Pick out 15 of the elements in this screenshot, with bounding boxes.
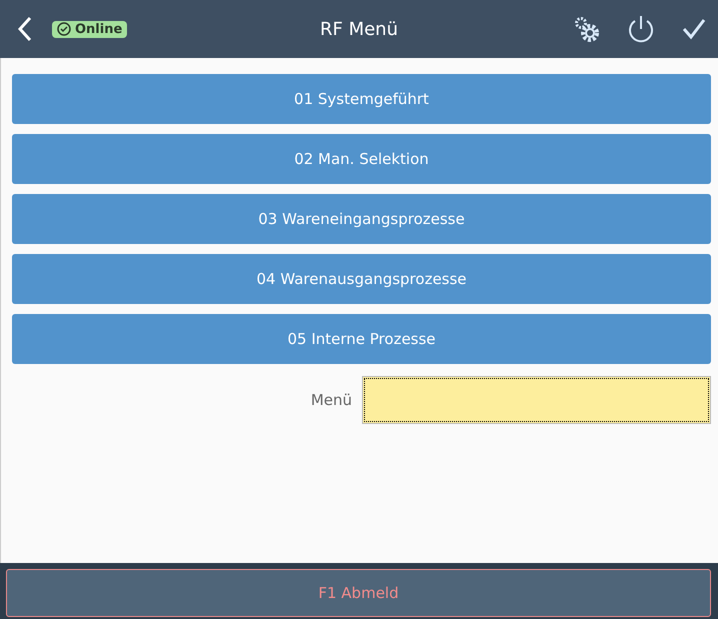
settings-icon[interactable]	[572, 15, 600, 43]
logout-button[interactable]: F1 Abmeld	[6, 569, 711, 617]
menu-input-field[interactable]	[362, 376, 711, 424]
menu-button[interactable]: 01 Systemgeführt	[12, 74, 711, 124]
screen-title: RF Menü	[320, 18, 398, 40]
field-label: Menü	[310, 391, 352, 409]
status-text: Online	[75, 22, 122, 36]
menu-button[interactable]: 04 Warenausgangsprozesse	[12, 254, 711, 304]
menu-button[interactable]: 02 Man. Selektion	[12, 134, 711, 184]
menu-button[interactable]: 03 Wareneingangsprozesse	[12, 194, 711, 244]
power-icon[interactable]	[627, 14, 655, 44]
back-icon[interactable]	[18, 16, 32, 42]
checkmark-icon[interactable]	[682, 18, 706, 40]
menu-button[interactable]: 05 Interne Prozesse	[12, 314, 711, 364]
check-circle-icon	[57, 22, 71, 36]
